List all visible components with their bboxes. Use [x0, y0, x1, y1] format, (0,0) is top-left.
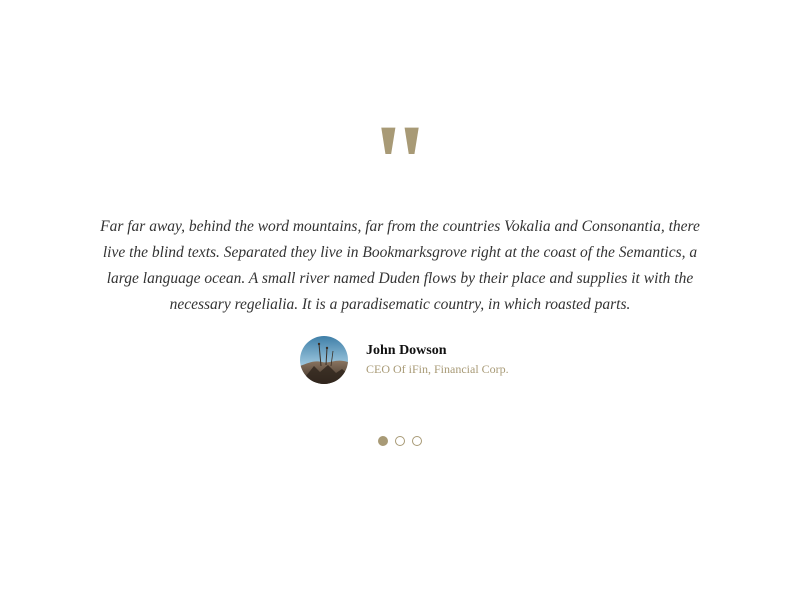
- testimonial-quote: Far far away, behind the word mountains,…: [100, 218, 700, 313]
- testimonial-section: " Far far away, behind the word mountain…: [0, 0, 800, 600]
- carousel-dot-2[interactable]: [395, 436, 405, 446]
- author-info: John Dowson CEO Of iFin, Financial Corp.: [366, 342, 509, 378]
- carousel-dot-1[interactable]: [378, 436, 388, 446]
- author-block: John Dowson CEO Of iFin, Financial Corp.: [300, 336, 509, 384]
- quote-mark-icon: ": [368, 102, 432, 226]
- carousel-dots: [0, 436, 800, 446]
- avatar: [300, 336, 348, 384]
- author-role: CEO Of iFin, Financial Corp.: [366, 362, 509, 376]
- landscape-photo-icon: [300, 336, 348, 384]
- carousel-dot-3[interactable]: [412, 436, 422, 446]
- author-name: John Dowson: [366, 343, 447, 358]
